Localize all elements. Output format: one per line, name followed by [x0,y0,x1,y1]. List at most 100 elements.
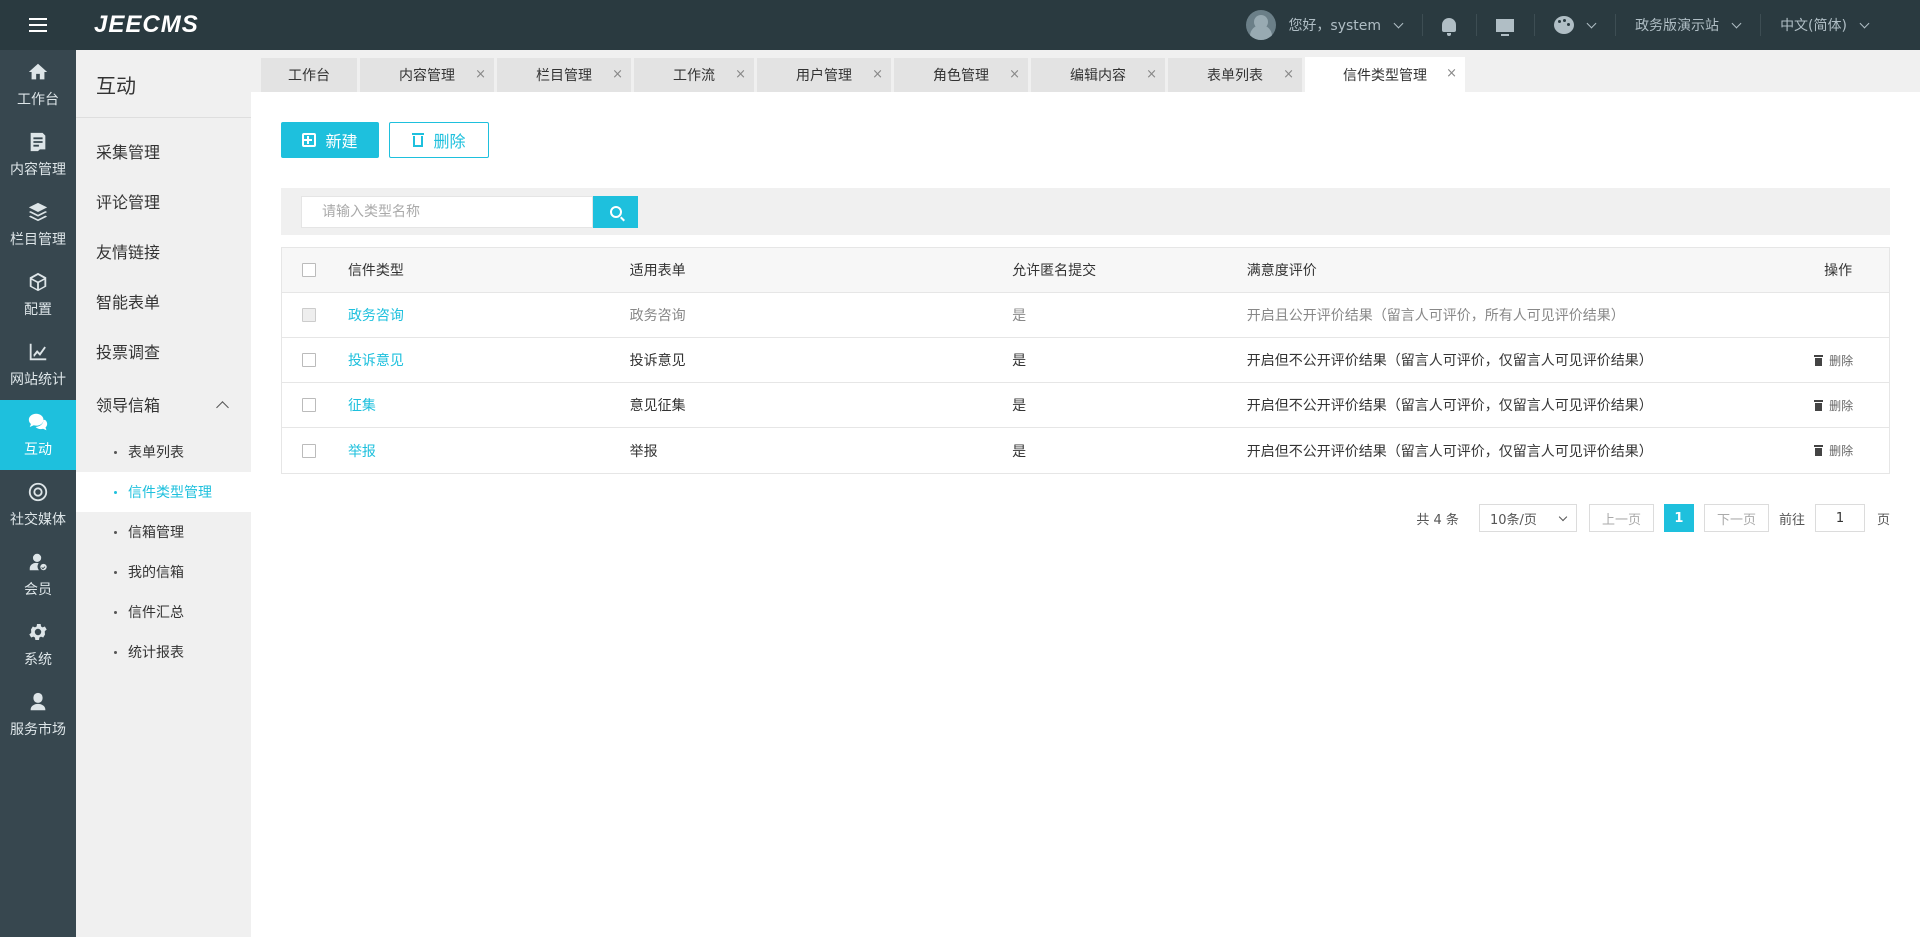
rail-item-members[interactable]: 会员 [0,540,76,610]
subnav-item-links[interactable]: 友情链接 [76,226,251,276]
preview-button[interactable] [1476,0,1534,50]
column-header: 满意度评价 [1246,263,1317,279]
site-name: 政务版演示站 [1635,18,1720,34]
table-cell: 开启但不公开评价结果（留言人可评价，仅留言人可见评价结果） [1246,353,1653,369]
row-delete-button[interactable]: 删除 [1814,397,1889,414]
subnav-sub-letter-summary[interactable]: 信件汇总 [76,592,251,632]
table-cell: 举报 [629,443,658,460]
subnav-sub-form-list[interactable]: 表单列表 [76,432,251,472]
rail-item-system[interactable]: 系统 [0,610,76,680]
row-checkbox[interactable] [302,398,316,412]
tab-workflow[interactable]: 工作流 × [634,58,754,92]
close-icon[interactable]: × [612,68,623,82]
user-menu[interactable]: 您好，system [1226,0,1422,50]
tab-content[interactable]: 内容管理 × [360,58,494,92]
subnav-item-comments[interactable]: 评论管理 [76,176,251,226]
tab-label: 用户管理 [796,68,852,84]
row-delete-button[interactable]: 删除 [1814,442,1889,459]
rail-item-interaction[interactable]: 互动 [0,400,76,470]
close-icon[interactable]: × [475,68,486,82]
home-icon [27,61,49,83]
rail-item-label: 栏目管理 [10,232,66,248]
tab-roles[interactable]: 角色管理 × [894,58,1028,92]
close-icon[interactable]: × [735,68,746,82]
subnav-group-mailbox[interactable]: 领导信箱 [76,376,251,432]
tab-users[interactable]: 用户管理 × [757,58,891,92]
rail-item-social[interactable]: 社交媒体 [0,470,76,540]
page-size-select[interactable]: 10条/页 [1478,504,1577,532]
close-icon[interactable]: × [1446,67,1457,81]
tab-label: 内容管理 [399,68,455,84]
user-greeting: 您好，system [1288,18,1382,34]
chevron-down-icon [1558,512,1568,521]
close-icon[interactable]: × [1146,68,1157,82]
gear-icon [27,621,49,643]
subnav-sub-mailbox-manage[interactable]: 信箱管理 [76,512,251,552]
rail-item-content[interactable]: 内容管理 [0,120,76,190]
letter-type-link[interactable]: 政务咨询 [348,308,404,324]
tab-edit-content[interactable]: 编辑内容 × [1031,58,1165,92]
table-cell: 是 [1012,398,1027,414]
row-delete-label: 删除 [1829,444,1854,458]
top-bar: JEECMS 您好，system 政务版演示站 中文(简体) [0,0,1920,50]
subnav-item-forms[interactable]: 智能表单 [76,276,251,326]
notifications-button[interactable] [1422,0,1476,50]
trash-icon [1814,354,1824,366]
rail-item-columns[interactable]: 栏目管理 [0,190,76,260]
tab-label: 表单列表 [1207,68,1263,84]
table-row: 投诉意见 投诉意见 是 开启但不公开评价结果（留言人可评价，仅留言人可见评价结果… [282,338,1889,383]
cube-icon [27,271,49,293]
prev-page-button[interactable]: 上一页 [1588,504,1654,532]
close-icon[interactable]: × [1009,68,1020,82]
theme-menu[interactable] [1534,0,1615,50]
rail-item-stats[interactable]: 网站统计 [0,330,76,400]
goto-page-input[interactable] [1814,504,1865,532]
subnav-sub-label: 信件类型管理 [128,485,212,501]
tab-label: 栏目管理 [536,68,592,84]
language-name: 中文(简体) [1780,18,1847,34]
select-all-checkbox[interactable] [302,263,316,277]
page-number-current[interactable]: 1 [1663,504,1694,532]
letter-type-link[interactable]: 举报 [348,444,376,460]
tab-form-list[interactable]: 表单列表 × [1168,58,1302,92]
main-content: 新建 删除 信件类型 适用表单 允许匿名提交 满意度评价 操作 政务咨询 政务咨… [251,92,1920,937]
row-checkbox[interactable] [302,353,316,367]
tab-columns[interactable]: 栏目管理 × [497,58,631,92]
member-icon [27,551,49,573]
subnav-item-votes[interactable]: 投票调查 [76,326,251,376]
letter-type-link[interactable]: 投诉意见 [348,353,404,369]
new-button[interactable]: 新建 [281,122,379,158]
table-cell: 是 [1012,353,1027,369]
next-page-button[interactable]: 下一页 [1703,504,1769,532]
site-selector[interactable]: 政务版演示站 [1615,0,1760,50]
bell-icon [1442,18,1457,36]
delete-button-label: 删除 [433,132,466,151]
rail-item-workbench[interactable]: 工作台 [0,50,76,120]
column-header: 信件类型 [347,263,404,279]
delete-button[interactable]: 删除 [389,122,489,158]
trash-icon [1814,399,1824,411]
language-selector[interactable]: 中文(简体) [1760,0,1920,50]
subnav-sub-my-mailbox[interactable]: 我的信箱 [76,552,251,592]
rail-item-label: 会员 [24,582,52,598]
row-delete-button[interactable]: 删除 [1814,352,1889,369]
goto-label: 前往 [1778,512,1805,528]
close-icon[interactable]: × [1283,68,1294,82]
tab-letter-types[interactable]: 信件类型管理 × [1305,57,1465,92]
trash-icon [1814,445,1824,456]
row-checkbox[interactable] [302,443,316,458]
table-cell: 开启但不公开评价结果（留言人可评价，仅留言人可见评价结果） [1246,443,1653,460]
search-input[interactable] [301,196,593,228]
rail-item-config[interactable]: 配置 [0,260,76,330]
tab-workbench[interactable]: 工作台 [261,58,357,92]
letter-type-link[interactable]: 征集 [348,398,376,414]
search-button[interactable] [593,196,638,228]
rail-item-market[interactable]: 服务市场 [0,680,76,750]
close-icon[interactable]: × [872,68,883,82]
row-checkbox[interactable] [302,308,316,322]
page-unit-label: 页 [1876,512,1890,528]
subnav-item-collect[interactable]: 采集管理 [76,126,251,176]
menu-toggle-icon[interactable] [0,0,76,50]
subnav-sub-stats-report[interactable]: 统计报表 [76,632,251,672]
subnav-sub-letter-types[interactable]: 信件类型管理 [76,472,251,512]
